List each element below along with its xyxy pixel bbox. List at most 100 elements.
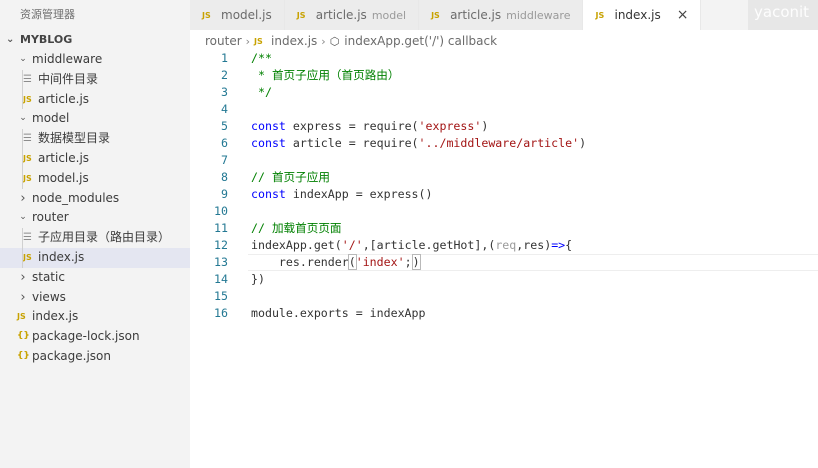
editor-tab[interactable]: JS article.js model xyxy=(284,0,420,30)
js-file-icon: JS xyxy=(23,153,32,163)
code-token: article = require( xyxy=(285,136,419,150)
tree-item-label: 中间件目录 xyxy=(38,71,99,86)
tree-item-label: index.js xyxy=(38,249,85,264)
code-text: /** xyxy=(251,50,272,67)
code-line[interactable]: 8 // 首页子应用 xyxy=(190,169,818,186)
code-line[interactable]: 4 xyxy=(190,101,818,118)
tab-label: model.js xyxy=(221,8,272,22)
code-line[interactable]: 3 */ xyxy=(190,84,818,101)
project-section-header[interactable]: ⌄ MYBLOG xyxy=(0,30,190,50)
text-file-icon: ☰ xyxy=(23,133,32,145)
chevron-down-icon: ⌄ xyxy=(19,212,27,223)
code-line[interactable]: 6 const article = require('../middleware/… xyxy=(190,135,818,152)
code-line[interactable]: 15 xyxy=(190,288,818,305)
file-item[interactable]: {} package-lock.json xyxy=(0,327,190,347)
line-number: 9 xyxy=(221,187,228,201)
code-text: * 首页子应用（首页路由） xyxy=(251,67,400,84)
code-line[interactable]: 13 res.render('index';) xyxy=(190,254,818,271)
code-token: ,[article.getHot],( xyxy=(362,238,496,252)
file-item[interactable]: JS model.js xyxy=(0,168,190,189)
editor-tab-bar: JS model.js JS article.js model JS article.js m… xyxy=(190,0,818,30)
tree-item-label: package.json xyxy=(32,348,112,363)
tree-item-label: model xyxy=(32,111,70,126)
project-name: MYBLOG xyxy=(20,33,73,46)
breadcrumb-symbol[interactable]: indexApp.get('/') callback xyxy=(344,34,497,48)
code-text: const indexApp = express() xyxy=(251,186,433,203)
code-token: // 加载首页页面 xyxy=(251,221,342,235)
code-token: indexApp.get( xyxy=(251,238,342,252)
breadcrumb-file[interactable]: index.js xyxy=(271,34,317,48)
code-token: ) xyxy=(579,136,587,150)
folder-item[interactable]: › node_modules xyxy=(0,189,190,209)
js-file-icon: JS xyxy=(17,312,26,322)
code-token: const xyxy=(251,187,286,201)
code-line[interactable]: 7 xyxy=(190,152,818,169)
indent-guide xyxy=(22,69,23,90)
file-item[interactable]: JS article.js xyxy=(0,89,190,110)
code-line[interactable]: 2 * 首页子应用（首页路由） xyxy=(190,67,818,84)
file-item[interactable]: ☰ 子应用目录（路由目录） xyxy=(0,228,190,248)
editor-tab[interactable]: JS article.js middleware xyxy=(419,0,584,30)
js-file-icon: JS xyxy=(23,252,32,262)
code-line[interactable]: 14}) xyxy=(190,271,818,288)
indent-guide xyxy=(22,148,23,169)
folder-item[interactable]: › static xyxy=(0,268,190,288)
code-line[interactable]: 16 module.exports = indexApp xyxy=(190,305,818,322)
code-editor[interactable]: 1/** 2 * 首页子应用（首页路由） 3 */4 5 const express =… xyxy=(190,50,818,468)
close-icon[interactable]: × xyxy=(677,7,689,23)
folder-item[interactable]: › views xyxy=(0,288,190,308)
code-token: ,res) xyxy=(516,238,552,252)
editor-tab[interactable]: JS model.js xyxy=(190,0,285,30)
code-token: ) xyxy=(481,119,489,133)
code-line[interactable]: 10 xyxy=(190,203,818,220)
code-line[interactable]: 5 const express = require('express') xyxy=(190,118,818,135)
js-file-icon: JS xyxy=(595,10,605,20)
code-line[interactable]: 9 const indexApp = express() xyxy=(190,186,818,203)
code-line[interactable]: 11 // 加载首页页面 xyxy=(190,220,818,237)
indent-guide xyxy=(22,129,23,149)
file-item[interactable]: JS index.js xyxy=(0,307,190,327)
folder-item[interactable]: ⌄ middleware xyxy=(0,50,190,70)
code-token: }) xyxy=(251,272,265,286)
line-number: 2 xyxy=(221,68,228,82)
code-token: '../middleware/article' xyxy=(418,136,580,150)
folder-item[interactable]: ⌄ router xyxy=(0,208,190,228)
file-item[interactable]: JS index.js xyxy=(0,247,190,268)
code-line[interactable]: 1 /** xyxy=(190,50,818,67)
tree-item-label: article.js xyxy=(38,150,90,165)
line-number: 6 xyxy=(221,136,228,150)
tab-description: model xyxy=(371,8,407,22)
json-file-icon: {} xyxy=(17,350,30,361)
code-token: express = require( xyxy=(285,119,419,133)
indent-guide xyxy=(22,228,23,248)
line-number: 5 xyxy=(221,119,228,133)
line-number: 14 xyxy=(214,272,228,286)
js-file-icon: JS xyxy=(23,94,32,104)
editor-tab[interactable]: JS index.js × xyxy=(583,0,702,30)
folder-item[interactable]: ⌄ model xyxy=(0,109,190,129)
code-text: */ xyxy=(251,84,272,101)
breadcrumb-folder[interactable]: router xyxy=(205,34,242,48)
code-token: const xyxy=(251,119,286,133)
file-item[interactable]: JS article.js xyxy=(0,148,190,169)
chevron-right-icon: › xyxy=(20,289,26,305)
file-item[interactable]: ☰ 数据模型目录 xyxy=(0,129,190,149)
tree-item-label: node_modules xyxy=(32,190,120,205)
tree-item-label: 子应用目录（路由目录） xyxy=(38,230,171,245)
code-text: module.exports = indexApp xyxy=(251,305,426,322)
tree-item-label: views xyxy=(32,289,66,304)
file-item[interactable]: ☰ 中间件目录 xyxy=(0,69,190,90)
chevron-right-icon: › xyxy=(245,34,251,48)
code-token: 'index' xyxy=(355,255,405,269)
code-token: // 首页子应用 xyxy=(251,170,330,184)
indent-guide xyxy=(22,168,23,189)
file-item[interactable]: {} package.json xyxy=(0,347,190,367)
tree-item-label: middleware xyxy=(32,52,103,66)
js-file-icon: JS xyxy=(296,10,306,20)
text-file-icon: ☰ xyxy=(23,232,32,244)
js-file-icon: JS xyxy=(431,10,440,20)
code-token: /** xyxy=(251,51,272,65)
indent-guide xyxy=(22,247,23,268)
code-token: */ xyxy=(251,85,272,99)
code-line[interactable]: 12 indexApp.get('/',[article.getHot],(req… xyxy=(190,237,818,254)
